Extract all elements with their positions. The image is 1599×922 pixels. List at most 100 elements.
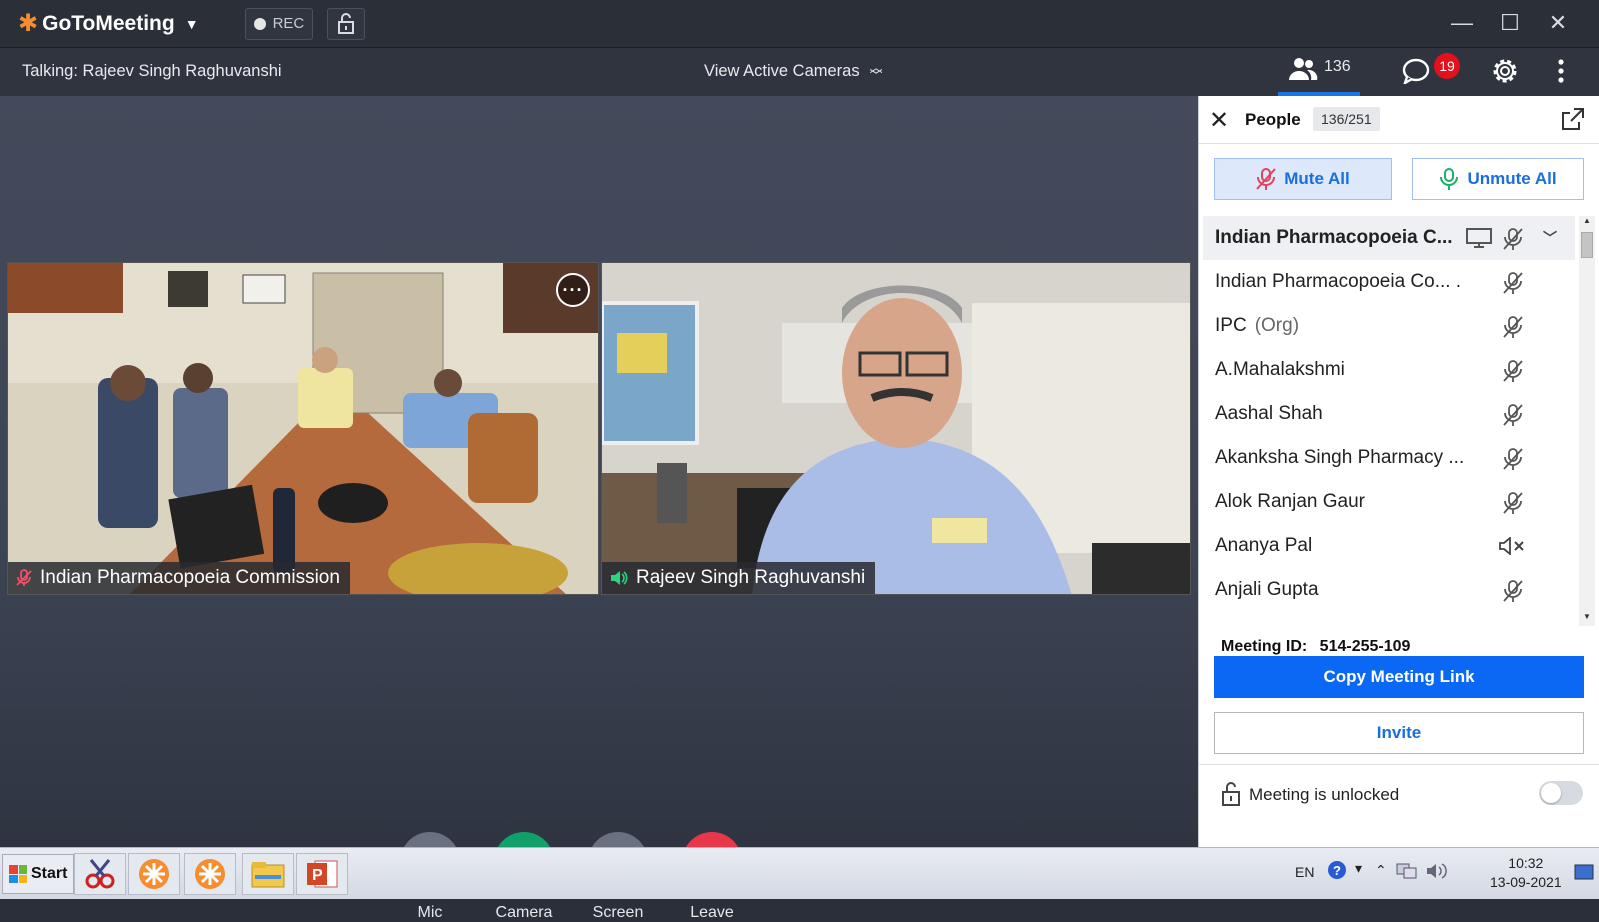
copy-meeting-link-button[interactable]: Copy Meeting Link xyxy=(1214,656,1584,698)
title-bar: ✱ GoToMeeting ▼ REC — ☐ ✕ xyxy=(0,0,1599,48)
participant-row[interactable]: Alok Ranjan Gaur xyxy=(1203,480,1575,524)
people-icon xyxy=(1289,58,1318,80)
svg-text:P: P xyxy=(312,867,323,884)
app-menu[interactable]: ✱ GoToMeeting ▼ xyxy=(18,9,199,38)
start-label: Start xyxy=(31,865,68,882)
snipping-tool-icon[interactable] xyxy=(74,853,126,895)
participant-row[interactable]: Ananya Pal xyxy=(1203,524,1575,568)
show-hidden-icons-icon[interactable]: ⌃ xyxy=(1375,862,1387,879)
participant-row[interactable]: Aashal Shah xyxy=(1203,392,1575,436)
speaker-active-icon xyxy=(610,570,628,586)
mic-muted-icon[interactable] xyxy=(1503,227,1523,251)
participant-name: Anjali Gupta xyxy=(1215,579,1319,600)
video-tile-1[interactable]: ··· Indian Pharmacopoeia Commission xyxy=(7,262,599,595)
mute-all-button[interactable]: Mute All xyxy=(1214,158,1392,200)
speaker-office-video xyxy=(602,263,1190,594)
people-count-badge: 136/251 xyxy=(1313,107,1380,131)
video-tile-2[interactable]: Rajeev Singh Raghuvanshi xyxy=(601,262,1191,595)
show-desktop-icon[interactable] xyxy=(1574,864,1594,883)
mic-muted-icon[interactable] xyxy=(1503,447,1523,477)
meeting-id-label: Meeting ID: xyxy=(1221,638,1308,655)
meeting-lock-toggle[interactable] xyxy=(1539,781,1583,805)
participant-row[interactable]: A.Mahalakshmi xyxy=(1203,348,1575,392)
people-tab[interactable]: 136 xyxy=(1288,56,1351,82)
participant-list: Indian Pharmacopoeia C... ﹀ Indian Pharm… xyxy=(1203,216,1575,626)
participant-row[interactable]: IPC (Org) xyxy=(1203,304,1575,348)
maximize-icon[interactable]: ☐ xyxy=(1497,10,1523,36)
chevron-down-icon[interactable]: ﹀ xyxy=(1543,228,1557,248)
mic-label: Mic xyxy=(417,904,443,921)
mic-muted-icon[interactable] xyxy=(1503,271,1523,301)
record-dot-icon xyxy=(253,17,266,30)
help-icon[interactable]: ? xyxy=(1327,860,1347,883)
volume-icon[interactable] xyxy=(1426,862,1448,883)
participant-list-scrollbar[interactable]: ▲ ▼ xyxy=(1579,216,1595,626)
panel-title: People xyxy=(1245,110,1301,129)
up-down-chevron-icon: ︿ ﹀ xyxy=(869,59,883,83)
powerpoint-icon[interactable]: P xyxy=(296,853,348,895)
scroll-down-icon[interactable]: ▼ xyxy=(1581,612,1593,626)
tile-more-options-button[interactable]: ··· xyxy=(556,273,590,307)
group-name: Indian Pharmacopoeia C... xyxy=(1215,227,1453,248)
gotomeeting-window: ✱ GoToMeeting ▼ REC — ☐ ✕ Talking: Rajee… xyxy=(0,0,1599,921)
gotomeeting-taskbar-icon-2[interactable] xyxy=(184,853,236,895)
leave-label: Leave xyxy=(690,904,734,921)
mic-muted-icon[interactable] xyxy=(1503,403,1523,433)
participant-row[interactable]: Akanksha Singh Pharmacy ... xyxy=(1203,436,1575,480)
people-panel-header: ✕ People 136/251 xyxy=(1199,96,1599,144)
lock-meeting-button[interactable] xyxy=(327,7,366,40)
participant-row[interactable]: Indian Pharmacopoeia Co... . xyxy=(1203,260,1575,304)
speaker-off-icon[interactable] xyxy=(1499,536,1527,561)
settings-gear-icon[interactable] xyxy=(1490,56,1520,86)
mic-icon xyxy=(1440,168,1459,190)
people-count: 136 xyxy=(1324,58,1351,75)
chat-icon[interactable] xyxy=(1402,58,1430,84)
record-label: REC xyxy=(272,15,305,32)
close-window-icon[interactable]: ✕ xyxy=(1545,10,1571,36)
participant-row[interactable]: Anjali Gupta xyxy=(1203,568,1575,612)
mute-all-label: Mute All xyxy=(1284,169,1350,188)
mic-muted-icon[interactable] xyxy=(1503,579,1523,609)
scroll-up-icon[interactable]: ▲ xyxy=(1581,216,1593,230)
tile-participant-name: Indian Pharmacopoeia Commission xyxy=(40,567,340,588)
more-options-icon[interactable] xyxy=(1557,58,1565,84)
gotomeeting-logo-icon: ✱ xyxy=(18,10,39,37)
chat-unread-badge: 19 xyxy=(1434,53,1460,79)
meeting-id-value: 514-255-109 xyxy=(1319,638,1411,655)
clock-time: 10:32 xyxy=(1508,855,1544,871)
mic-muted-icon[interactable] xyxy=(1503,359,1523,389)
scroll-thumb[interactable] xyxy=(1581,232,1593,258)
record-button[interactable]: REC xyxy=(244,7,314,40)
close-panel-icon[interactable]: ✕ xyxy=(1209,106,1229,135)
meeting-id: Meeting ID: 514-255-109 xyxy=(1221,638,1410,656)
gotomeeting-taskbar-icon[interactable] xyxy=(128,853,180,895)
minimize-icon[interactable]: — xyxy=(1449,10,1475,36)
participant-name: Akanksha Singh Pharmacy ... xyxy=(1215,447,1465,468)
participant-name: Alok Ranjan Gaur xyxy=(1215,491,1365,512)
invite-button[interactable]: Invite xyxy=(1214,712,1584,754)
tile-name-label: Rajeev Singh Raghuvanshi xyxy=(602,562,876,594)
view-cameras-label: View Active Cameras xyxy=(704,62,860,80)
people-panel: ✕ People 136/251 Mute All Unmute All Ind… xyxy=(1198,96,1599,847)
meeting-lock-row: Meeting is unlocked xyxy=(1199,764,1599,824)
start-button[interactable]: Start xyxy=(2,854,75,894)
unmute-all-button[interactable]: Unmute All xyxy=(1412,158,1584,200)
video-stage: ··· Indian Pharmacopoeia Commission Raje… xyxy=(0,96,1198,921)
participant-name: A.Mahalakshmi xyxy=(1215,359,1345,380)
clock-date: 13-09-2021 xyxy=(1490,874,1562,890)
taskbar-clock[interactable]: 10:32 13-09-2021 xyxy=(1490,854,1562,892)
language-indicator[interactable]: EN xyxy=(1295,864,1314,880)
unmute-all-label: Unmute All xyxy=(1467,169,1557,188)
language-bar-options-icon[interactable]: ▾ xyxy=(1355,860,1362,877)
participant-name: Ananya Pal xyxy=(1215,535,1313,556)
windows-logo-icon xyxy=(9,865,27,883)
info-bar: Talking: Rajeev Singh Raghuvanshi View A… xyxy=(0,48,1599,96)
lock-status-text: Meeting is unlocked xyxy=(1249,785,1400,804)
network-icon[interactable] xyxy=(1396,862,1418,883)
mic-muted-icon[interactable] xyxy=(1503,315,1523,345)
file-explorer-icon[interactable] xyxy=(242,853,294,895)
participant-group-header[interactable]: Indian Pharmacopoeia C... ﹀ xyxy=(1203,216,1575,260)
pop-out-icon[interactable] xyxy=(1560,106,1586,132)
mic-muted-icon[interactable] xyxy=(1503,491,1523,521)
view-active-cameras-dropdown[interactable]: View Active Cameras ︿ ﹀ xyxy=(704,59,883,83)
